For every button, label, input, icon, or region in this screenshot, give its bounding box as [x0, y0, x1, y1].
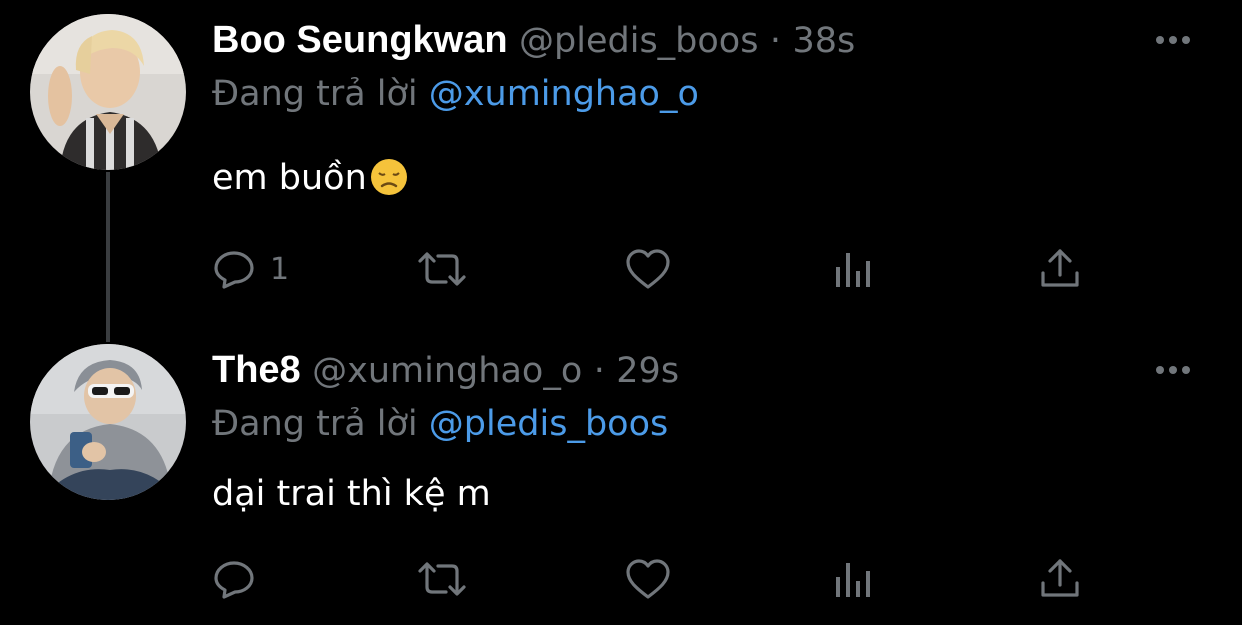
tweet-header: Boo Seungkwan @pledis_boos · 38s	[212, 18, 855, 63]
tweet-actions: 1	[212, 244, 1112, 294]
reply-button[interactable]	[212, 554, 256, 604]
reply-button[interactable]: 1	[212, 244, 289, 294]
views-icon	[836, 563, 870, 597]
tweet-text: dại trai thì kệ m	[212, 472, 491, 516]
share-icon	[1041, 559, 1079, 597]
avatar-image	[30, 14, 186, 170]
retweet-icon	[418, 252, 466, 286]
share-button[interactable]	[1038, 244, 1082, 294]
display-name[interactable]: Boo Seungkwan	[212, 19, 508, 61]
views-button[interactable]	[832, 554, 876, 604]
tweet[interactable]: The8 @xuminghao_o · 29s Đang trả lời @pl…	[0, 330, 1242, 625]
more-icon[interactable]	[1150, 350, 1196, 390]
user-handle[interactable]: @xuminghao_o	[312, 351, 582, 391]
tweet-text-content: em buồn	[212, 158, 367, 198]
reply-icon	[214, 251, 254, 289]
more-icon[interactable]	[1150, 20, 1196, 60]
tweet[interactable]: Boo Seungkwan @pledis_boos · 38s Đang tr…	[0, 0, 1242, 330]
like-button[interactable]	[624, 244, 672, 294]
disappointed-face-emoji-icon	[370, 159, 407, 195]
separator-dot: ·	[769, 21, 782, 61]
replying-to-link[interactable]: @xuminghao_o	[429, 74, 699, 114]
retweet-icon	[418, 562, 466, 596]
tweet-actions	[212, 554, 1112, 604]
share-button[interactable]	[1038, 554, 1082, 604]
avatar-image	[30, 344, 186, 500]
avatar[interactable]	[30, 344, 186, 500]
conversation-thread: Boo Seungkwan @pledis_boos · 38s Đang tr…	[0, 0, 1242, 625]
views-icon	[836, 253, 870, 287]
avatar[interactable]	[30, 14, 186, 170]
replying-to: Đang trả lời @xuminghao_o	[212, 72, 699, 116]
replying-to: Đang trả lời @pledis_boos	[212, 402, 668, 446]
display-name[interactable]: The8	[212, 349, 301, 391]
replying-to-label: Đang trả lời	[212, 74, 418, 114]
like-icon	[626, 249, 670, 289]
share-icon	[1041, 249, 1079, 287]
tweet-text: em buồn	[212, 156, 409, 200]
separator-dot: ·	[593, 351, 605, 391]
user-handle[interactable]: @pledis_boos	[519, 21, 758, 61]
like-icon	[626, 559, 670, 599]
views-button[interactable]	[832, 244, 876, 294]
replying-to-link[interactable]: @pledis_boos	[429, 404, 668, 444]
reply-count: 1	[270, 251, 290, 287]
replying-to-label: Đang trả lời	[212, 404, 418, 444]
retweet-button[interactable]	[414, 244, 470, 294]
like-button[interactable]	[624, 554, 672, 604]
timestamp[interactable]: 38s	[793, 21, 856, 61]
tweet-text-content: dại trai thì kệ m	[212, 474, 491, 514]
reply-icon	[214, 561, 254, 599]
timestamp[interactable]: 29s	[616, 351, 679, 391]
retweet-button[interactable]	[414, 554, 470, 604]
tweet-header: The8 @xuminghao_o · 29s	[212, 348, 679, 393]
